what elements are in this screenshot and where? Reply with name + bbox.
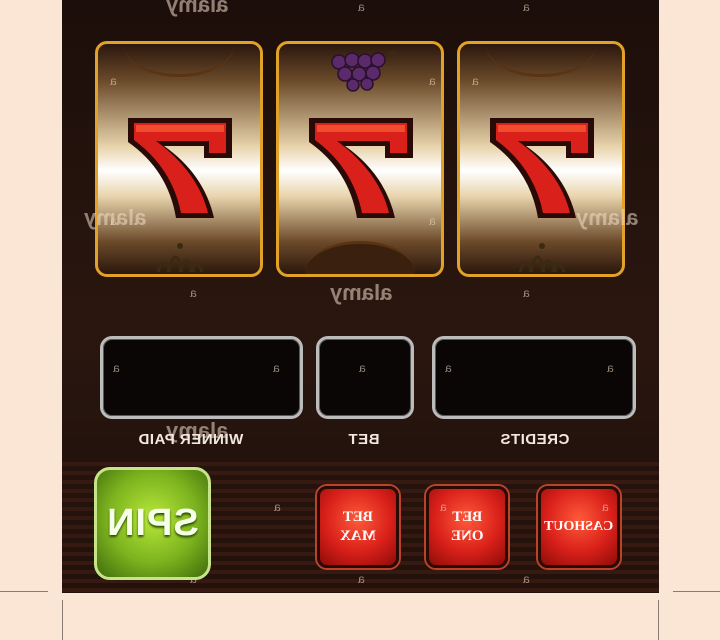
frame-line-vertical-right bbox=[658, 600, 659, 640]
watermark-brand: alamy bbox=[330, 280, 393, 305]
bet-max-button-label: BET MAX bbox=[340, 509, 376, 544]
watermark-mark: a bbox=[358, 0, 365, 14]
slot-machine: a a a a a alamy alamy alamy alamy alamy … bbox=[62, 0, 659, 593]
credits-label: CREDITS bbox=[500, 431, 570, 448]
bet-max-button[interactable]: BET MAX bbox=[317, 486, 399, 568]
watermark-mark: a bbox=[429, 74, 436, 88]
watermark-brand: alamy bbox=[576, 205, 639, 230]
watermark-mark: a bbox=[273, 361, 280, 375]
bet-display: a bbox=[316, 336, 414, 419]
watermark-mark: a bbox=[113, 361, 120, 375]
watermark-mark: a bbox=[607, 361, 614, 375]
reel-2: a a bbox=[276, 41, 444, 277]
credits-display: a a bbox=[432, 336, 636, 419]
bet-one-button-label: BET ONE bbox=[450, 509, 484, 544]
watermark-mark: a bbox=[472, 74, 479, 88]
watermark-mark: a bbox=[358, 572, 365, 586]
spin-button[interactable]: SPIN bbox=[94, 467, 211, 580]
reel-3: a bbox=[457, 41, 625, 277]
watermark-mark: a bbox=[274, 500, 281, 514]
watermark-mark: a bbox=[190, 286, 197, 300]
watermark-mark: a bbox=[440, 500, 447, 514]
reel-arc-bottom bbox=[305, 241, 415, 274]
watermark-mark: a bbox=[110, 74, 117, 88]
watermark-mark: a bbox=[359, 361, 366, 375]
bet-label: BET bbox=[348, 431, 380, 448]
frame-line-vertical-left bbox=[62, 600, 63, 640]
watermark-mark: a bbox=[523, 0, 530, 14]
cashout-button[interactable]: CASHOUT bbox=[538, 486, 620, 568]
winner-paid-label: WINNER PAID bbox=[138, 431, 244, 448]
watermark-mark: a bbox=[429, 214, 436, 228]
watermark-mark: a bbox=[523, 572, 530, 586]
cashout-button-label: CASHOUT bbox=[544, 519, 614, 535]
seven-icon bbox=[309, 118, 413, 218]
frame-line-right bbox=[673, 591, 720, 592]
watermark-mark: a bbox=[602, 500, 609, 514]
frame-line-left bbox=[0, 591, 48, 592]
plant-icon bbox=[156, 243, 204, 272]
watermark-brand: alamy bbox=[84, 205, 147, 230]
reel-1: a a bbox=[95, 41, 263, 277]
bet-one-button[interactable]: BET ONE bbox=[426, 486, 508, 568]
watermark-brand: alamy bbox=[166, 0, 229, 17]
watermark-mark: a bbox=[523, 286, 530, 300]
grapes-icon bbox=[331, 50, 399, 92]
winner-paid-display: a a bbox=[100, 336, 303, 419]
spin-button-label: SPIN bbox=[106, 502, 199, 544]
plant-icon bbox=[518, 243, 566, 272]
reel-arc-top bbox=[124, 44, 234, 77]
watermark-mark: a bbox=[445, 361, 452, 375]
reel-arc-top bbox=[486, 44, 596, 77]
